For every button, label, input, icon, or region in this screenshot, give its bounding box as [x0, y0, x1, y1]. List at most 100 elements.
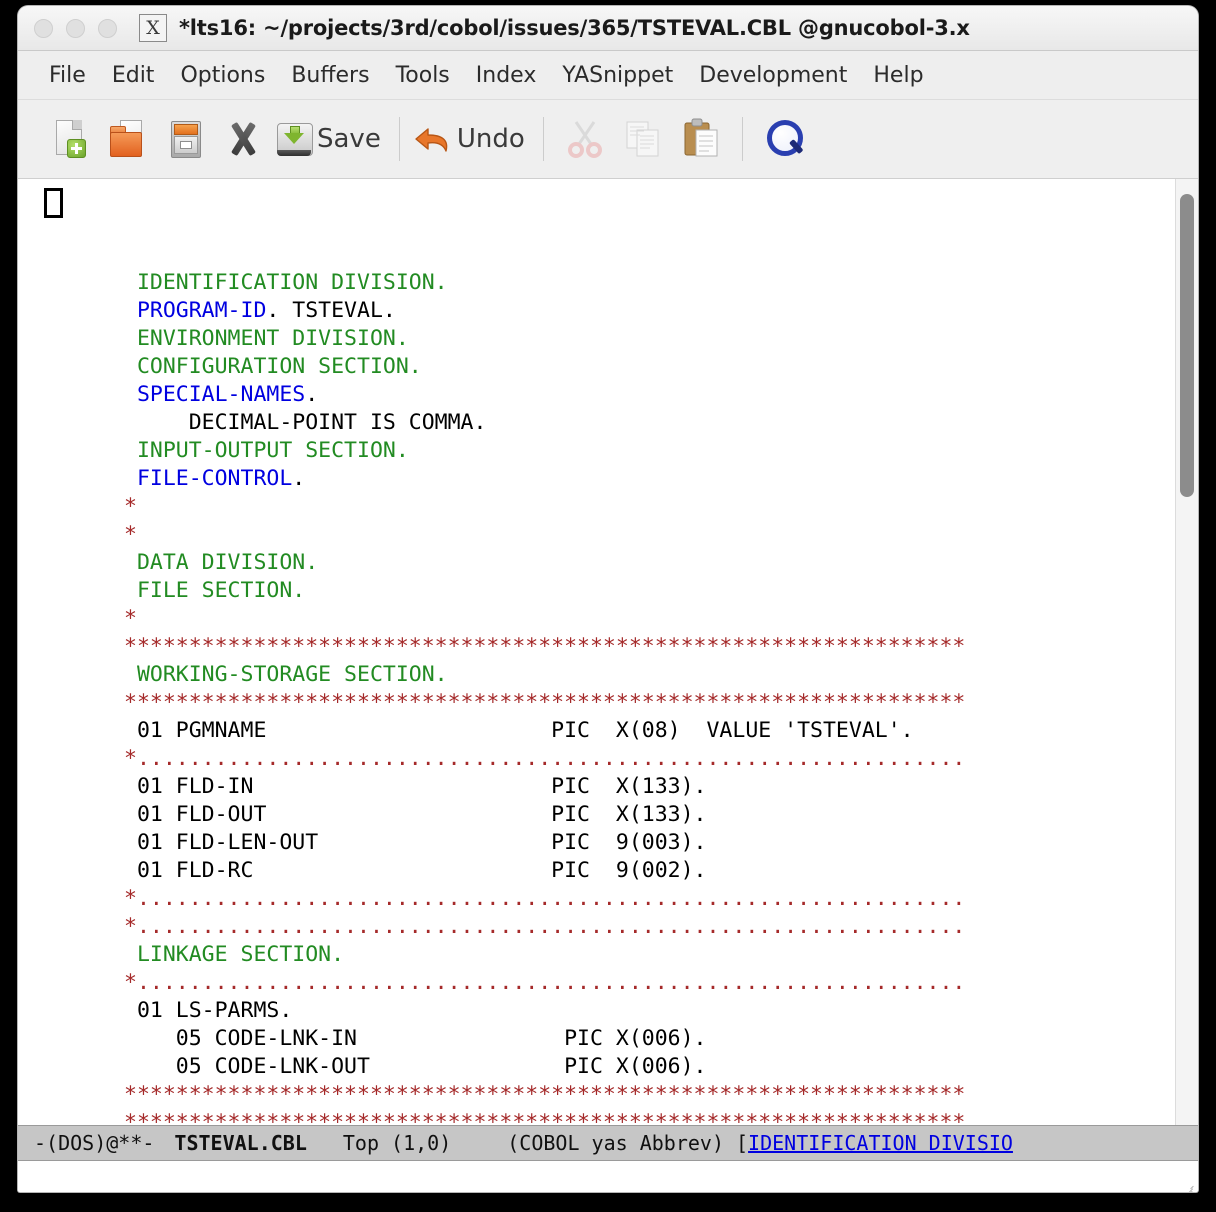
echo-area[interactable]: [18, 1161, 1198, 1192]
code-token: 01 LS-PARMS.: [124, 998, 292, 1023]
new-file-icon: [47, 117, 91, 161]
code-token: 05 CODE-LNK-OUT PIC X(006).: [124, 1054, 706, 1079]
editor-area: IDENTIFICATION DIVISION. PROGRAM-ID. TST…: [18, 179, 1198, 1125]
menu-item-index[interactable]: Index: [463, 59, 550, 92]
menu-item-file[interactable]: File: [36, 59, 99, 92]
minimize-window-button[interactable]: [66, 19, 85, 38]
modeline-bracket: [: [736, 1131, 748, 1155]
code-token: *: [124, 522, 137, 547]
new-file-button[interactable]: [40, 110, 98, 168]
code-line: FILE SECTION.: [32, 577, 1175, 605]
code-token: INPUT-OUTPUT SECTION.: [124, 438, 409, 463]
vertical-scrollbar[interactable]: [1175, 179, 1198, 1125]
code-line: DATA DIVISION.: [32, 549, 1175, 577]
code-token: .: [305, 382, 318, 407]
code-token: ****************************************…: [124, 1110, 965, 1125]
code-token: FILE SECTION.: [124, 578, 305, 603]
code-line: *.......................................…: [32, 745, 1175, 773]
zoom-window-button[interactable]: [98, 19, 117, 38]
window-controls[interactable]: [34, 19, 117, 38]
code-token: *.......................................…: [124, 914, 965, 939]
emacs-window: X *lts16: ~/projects/3rd/cobol/issues/36…: [18, 6, 1198, 1192]
code-token: 01 FLD-RC PIC 9(002).: [124, 858, 706, 883]
code-token: 05 CODE-LNK-IN PIC X(006).: [124, 1026, 706, 1051]
code-buffer[interactable]: IDENTIFICATION DIVISION. PROGRAM-ID. TST…: [32, 179, 1175, 1125]
code-line: 01 FLD-LEN-OUT PIC 9(003).: [32, 829, 1175, 857]
menu-item-yasnippet[interactable]: YASnippet: [549, 59, 686, 92]
modeline-position: Top (1,0): [343, 1131, 451, 1155]
modeline-which-function[interactable]: IDENTIFICATION DIVISIO: [748, 1131, 1013, 1155]
copy-icon: [621, 117, 665, 161]
code-token: DECIMAL-POINT IS COMMA.: [124, 410, 486, 435]
code-token: *.......................................…: [124, 970, 965, 995]
save-button-label: Save: [317, 124, 381, 154]
code-token: WORKING-STORAGE SECTION.: [124, 662, 448, 687]
menu-item-development[interactable]: Development: [686, 59, 860, 92]
code-line: *: [32, 493, 1175, 521]
code-token: .: [292, 466, 305, 491]
code-token: . TSTEVAL.: [266, 298, 395, 323]
code-token: *: [124, 606, 137, 631]
modeline-buffer-name[interactable]: TSTEVAL.CBL: [174, 1131, 306, 1155]
save-icon: [272, 117, 316, 161]
scissors-icon: [563, 117, 607, 161]
window-title: *lts16: ~/projects/3rd/cobol/issues/365/…: [179, 16, 970, 40]
paste-button[interactable]: [672, 110, 730, 168]
code-line: IDENTIFICATION DIVISION.: [32, 269, 1175, 297]
undo-button-label: Undo: [457, 124, 525, 154]
code-token: ENVIRONMENT DIVISION.: [124, 326, 409, 351]
close-buffer-button[interactable]: [214, 110, 272, 168]
code-line: DECIMAL-POINT IS COMMA.: [32, 409, 1175, 437]
search-button[interactable]: [755, 110, 813, 168]
code-line: 05 CODE-LNK-IN PIC X(006).: [32, 1025, 1175, 1053]
scrollbar-thumb[interactable]: [1180, 194, 1194, 497]
code-line: 01 PGMNAME PIC X(08) VALUE 'TSTEVAL'.: [32, 717, 1175, 745]
menu-item-options[interactable]: Options: [167, 59, 278, 92]
code-token: FILE-CONTROL: [124, 466, 292, 491]
code-token: 01 FLD-OUT PIC X(133).: [124, 802, 706, 827]
code-token: SPECIAL-NAMES: [124, 382, 305, 407]
code-token: *.......................................…: [124, 886, 965, 911]
mode-line: -(DOS)@**- TSTEVAL.CBL Top (1,0) (COBOL …: [18, 1125, 1198, 1161]
code-token: DATA DIVISION.: [124, 550, 318, 575]
menu-item-edit[interactable]: Edit: [99, 59, 168, 92]
code-line: 01 LS-PARMS.: [32, 997, 1175, 1025]
save-as-button[interactable]: [156, 110, 214, 168]
undo-button[interactable]: Undo: [412, 110, 531, 168]
code-line: WORKING-STORAGE SECTION.: [32, 661, 1175, 689]
modeline-modes[interactable]: (COBOL yas Abbrev): [507, 1131, 724, 1155]
cut-button[interactable]: [556, 110, 614, 168]
code-token: ****************************************…: [124, 1082, 965, 1107]
open-folder-icon: [105, 117, 149, 161]
code-token: IDENTIFICATION DIVISION.: [124, 270, 448, 295]
menu-item-tools[interactable]: Tools: [383, 59, 463, 92]
close-icon: [221, 117, 265, 161]
copy-button[interactable]: [614, 110, 672, 168]
code-line: ENVIRONMENT DIVISION.: [32, 325, 1175, 353]
code-line: ****************************************…: [32, 1081, 1175, 1109]
close-window-button[interactable]: [34, 19, 53, 38]
code-token: ****************************************…: [124, 634, 965, 659]
code-token: *.......................................…: [124, 746, 965, 771]
open-file-button[interactable]: [98, 110, 156, 168]
clipboard-icon: [679, 117, 723, 161]
search-icon: [762, 117, 806, 161]
code-line: FILE-CONTROL.: [32, 465, 1175, 493]
menu-item-buffers[interactable]: Buffers: [278, 59, 382, 92]
code-line: *: [32, 521, 1175, 549]
left-fringe: [18, 179, 32, 1125]
code-line: ****************************************…: [32, 1109, 1175, 1125]
code-line: 01 FLD-OUT PIC X(133).: [32, 801, 1175, 829]
tool-bar: Save Undo: [18, 100, 1198, 179]
code-token: LINKAGE SECTION.: [124, 942, 344, 967]
code-token: 01 PGMNAME PIC X(08) VALUE 'TSTEVAL'.: [124, 718, 914, 743]
code-line: *.......................................…: [32, 885, 1175, 913]
save-button[interactable]: Save: [272, 110, 387, 168]
x11-icon: X: [139, 14, 167, 42]
code-line: ****************************************…: [32, 633, 1175, 661]
menu-item-help[interactable]: Help: [860, 59, 936, 92]
toolbar-separator-2: [543, 117, 544, 161]
resize-grip-icon[interactable]: [1178, 1183, 1194, 1192]
code-line: CONFIGURATION SECTION.: [32, 353, 1175, 381]
code-token: 01 FLD-IN PIC X(133).: [124, 774, 706, 799]
